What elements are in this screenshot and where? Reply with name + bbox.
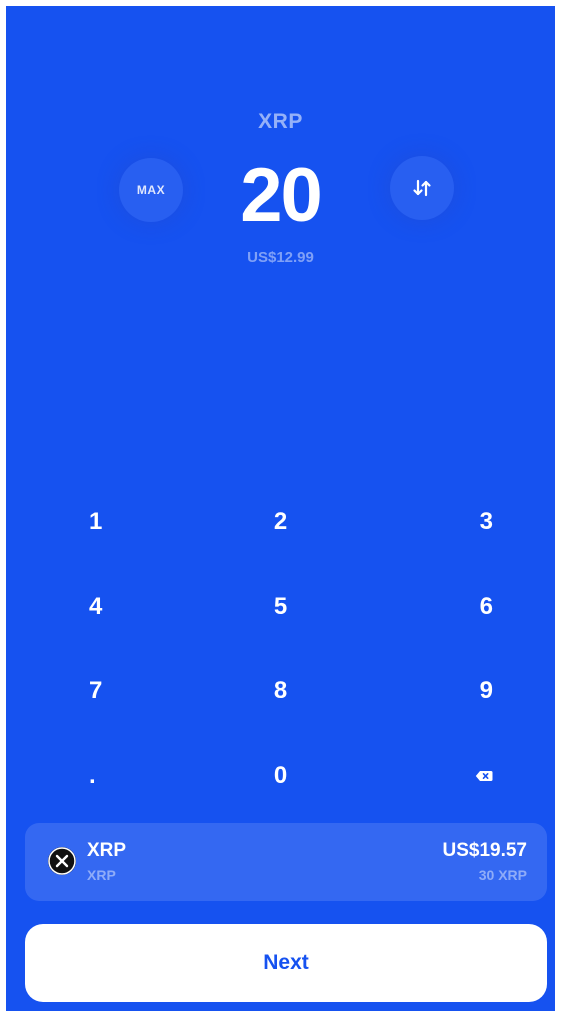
key-9[interactable]: 9 <box>372 649 555 734</box>
key-backspace[interactable] <box>372 734 555 819</box>
number-keypad: 1 2 3 4 5 6 7 8 9 . 0 <box>6 480 555 818</box>
next-button[interactable]: Next <box>25 924 547 1002</box>
key-5[interactable]: 5 <box>189 565 372 650</box>
key-6[interactable]: 6 <box>372 565 555 650</box>
asset-selector[interactable]: XRP XRP US$19.57 30 XRP <box>25 823 547 901</box>
fiat-value: US$12.99 <box>247 249 314 266</box>
key-2[interactable]: 2 <box>189 480 372 565</box>
asset-fiat-balance: US$19.57 <box>442 840 527 861</box>
amount-display: 20 <box>240 153 323 238</box>
swap-currency-button[interactable] <box>390 156 454 220</box>
key-8[interactable]: 8 <box>189 649 372 734</box>
backspace-icon <box>475 770 493 781</box>
asset-name: XRP <box>87 840 127 861</box>
key-4[interactable]: 4 <box>6 565 189 650</box>
key-1[interactable]: 1 <box>6 480 189 565</box>
asset-ticker: XRP <box>87 867 116 883</box>
asset-crypto-balance: 30 XRP <box>478 867 527 883</box>
xrp-logo-icon <box>48 847 76 875</box>
currency-label: XRP <box>258 110 303 133</box>
key-0[interactable]: 0 <box>189 734 372 819</box>
swap-arrows-icon <box>413 179 431 197</box>
key-3[interactable]: 3 <box>372 480 555 565</box>
key-7[interactable]: 7 <box>6 649 189 734</box>
send-amount-screen: XRP MAX 20 US$12.99 1 2 3 4 5 6 7 8 9 . … <box>6 6 555 1011</box>
key-decimal[interactable]: . <box>6 734 189 819</box>
